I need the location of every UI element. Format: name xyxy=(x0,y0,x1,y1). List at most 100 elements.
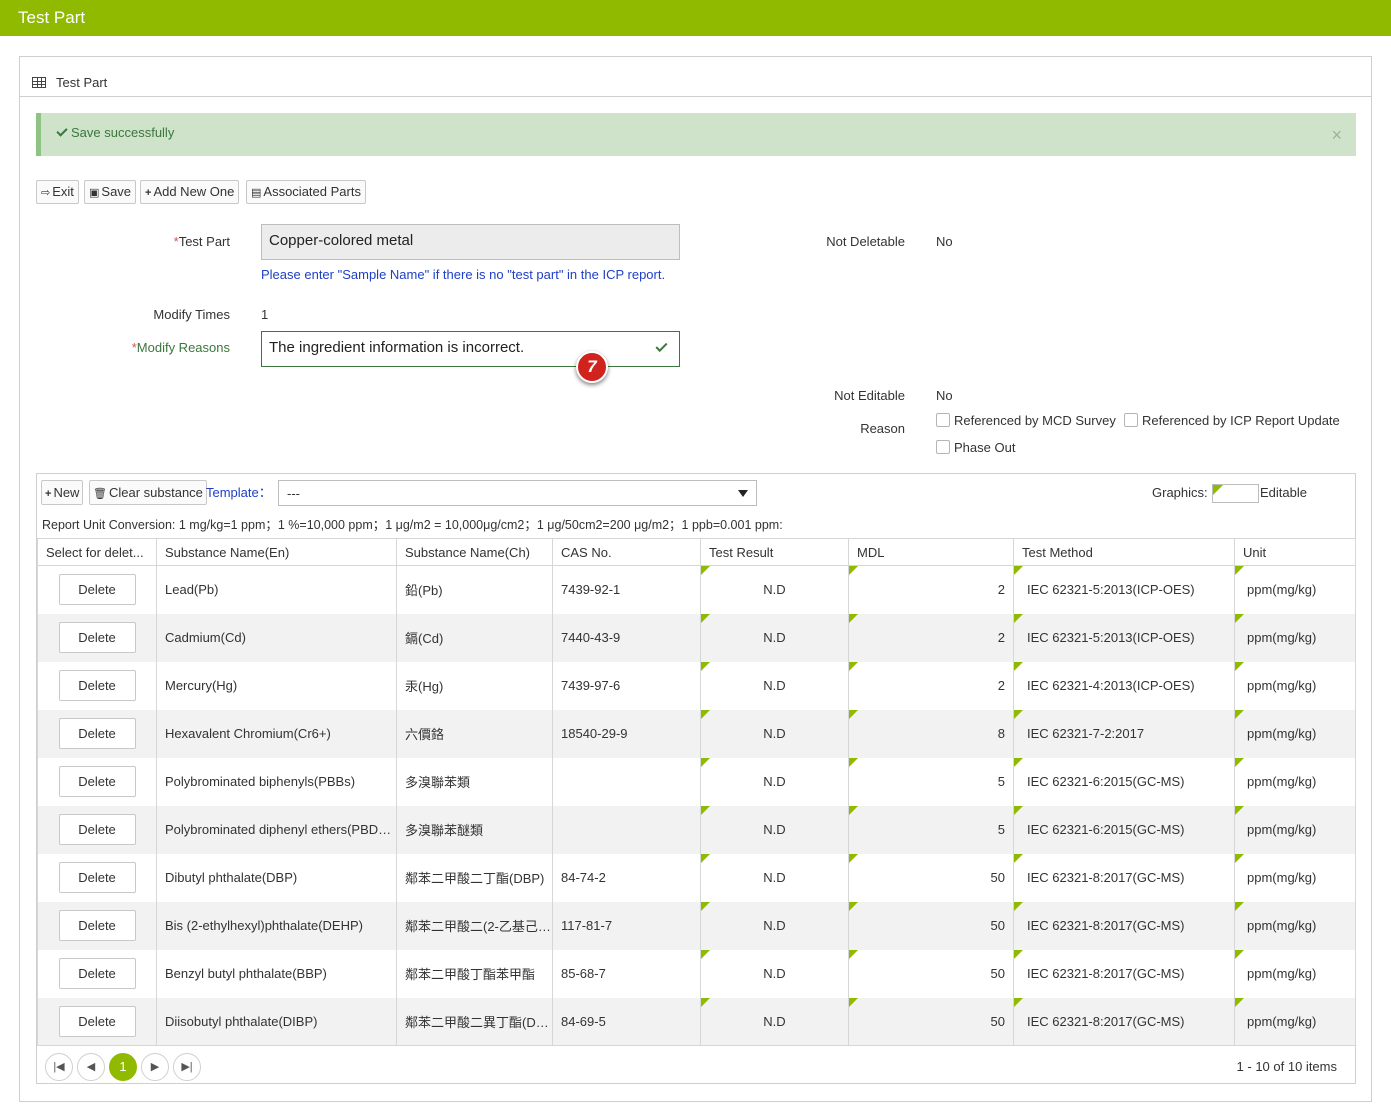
unit-cell[interactable]: ppm(mg/kg) xyxy=(1234,661,1356,710)
test-part-field[interactable]: Copper-colored metal xyxy=(261,224,680,260)
next-page-icon[interactable]: ▶ xyxy=(141,1053,169,1081)
substance-grid: + New 🗑 Clear substance Template： --- Grap… xyxy=(36,473,1356,1084)
save-button[interactable]: ▣ Save xyxy=(84,180,137,204)
checkbox[interactable] xyxy=(1124,413,1138,427)
save-button-label: Save xyxy=(101,184,132,199)
add-new-button-label: Add New One xyxy=(153,184,235,199)
test-result-cell[interactable]: N.D xyxy=(700,901,849,950)
table-row: Delete Dibutyl phthalate(DBP) 鄰苯二甲酸二丁酯(DBP… xyxy=(37,853,1356,902)
column-header[interactable]: Test Method xyxy=(1013,538,1235,566)
delete-button[interactable]: Delete xyxy=(58,766,136,797)
test-result-cell[interactable]: N.D xyxy=(700,805,849,854)
checkbox[interactable] xyxy=(936,440,950,454)
delete-button[interactable]: Delete xyxy=(58,574,136,606)
mdl-cell[interactable]: 50 xyxy=(848,949,1014,998)
prev-page-icon[interactable]: ◀ xyxy=(77,1053,105,1081)
reason-option-phase-out[interactable]: Phase Out xyxy=(936,440,1015,455)
associated-parts-button[interactable]: ▤ Associated Parts xyxy=(246,180,366,204)
mdl-cell[interactable]: 5 xyxy=(848,805,1014,854)
mdl-cell[interactable]: 8 xyxy=(848,709,1014,758)
mdl-cell[interactable]: 50 xyxy=(848,901,1014,950)
new-substance-button[interactable]: + New xyxy=(41,480,84,505)
unit-cell[interactable]: ppm(mg/kg) xyxy=(1234,757,1356,806)
column-header[interactable]: Substance Name(Ch) xyxy=(396,538,553,566)
floppy-icon: ▣ xyxy=(89,187,100,199)
test-method-cell[interactable]: IEC 62321-4:2013(ICP-OES) xyxy=(1013,661,1235,710)
test-method-cell[interactable]: IEC 62321-5:2013(ICP-OES) xyxy=(1013,613,1235,662)
mdl-cell[interactable]: 5 xyxy=(848,757,1014,806)
exit-icon: ⇨ xyxy=(41,187,51,199)
test-part-label: *Test Part xyxy=(173,234,230,249)
substance-name-en-cell: Polybrominated diphenyl ethers(PBDEs) xyxy=(156,805,397,854)
clear-substance-button[interactable]: 🗑 Clear substance xyxy=(89,480,207,505)
delete-button[interactable]: Delete xyxy=(58,862,136,893)
test-method-cell[interactable]: IEC 62321-7-2:2017 xyxy=(1013,709,1235,758)
test-method-cell[interactable]: IEC 62321-8:2017(GC-MS) xyxy=(1013,901,1235,950)
test-result-cell[interactable]: N.D xyxy=(700,757,849,806)
unit-cell[interactable]: ppm(mg/kg) xyxy=(1234,997,1356,1046)
reason-option-icp[interactable]: Referenced by ICP Report Update xyxy=(1124,413,1340,428)
page-button-current[interactable]: 1 xyxy=(109,1053,137,1081)
unit-cell[interactable]: ppm(mg/kg) xyxy=(1234,565,1356,614)
delete-button[interactable]: Delete xyxy=(58,910,136,941)
delete-button[interactable]: Delete xyxy=(58,622,136,653)
delete-button[interactable]: Delete xyxy=(58,814,136,845)
column-header[interactable]: CAS No. xyxy=(552,538,701,566)
unit-cell[interactable]: ppm(mg/kg) xyxy=(1234,709,1356,758)
column-header[interactable]: MDL xyxy=(848,538,1014,566)
test-result-cell[interactable]: N.D xyxy=(700,853,849,902)
exit-button[interactable]: ⇨ Exit xyxy=(36,180,79,204)
last-page-icon[interactable]: ▶| xyxy=(173,1053,201,1081)
plus-icon: + xyxy=(45,488,52,500)
mdl-cell[interactable]: 50 xyxy=(848,853,1014,902)
alert-message: Save successfully xyxy=(71,125,175,140)
delete-button[interactable]: Delete xyxy=(58,1006,136,1037)
table-row: Delete Bis (2-ethylhexyl)phthalate(DEHP) 鄰… xyxy=(37,901,1356,950)
mdl-cell[interactable]: 2 xyxy=(848,661,1014,710)
valid-check-icon xyxy=(655,339,668,353)
column-header[interactable]: Unit xyxy=(1234,538,1356,566)
unit-cell[interactable]: ppm(mg/kg) xyxy=(1234,901,1356,950)
substance-name-en-cell: Polybrominated biphenyls(PBBs) xyxy=(156,757,397,806)
unit-cell[interactable]: ppm(mg/kg) xyxy=(1234,853,1356,902)
unit-cell[interactable]: ppm(mg/kg) xyxy=(1234,805,1356,854)
mdl-cell[interactable]: 50 xyxy=(848,997,1014,1046)
first-page-icon[interactable]: |◀ xyxy=(45,1053,73,1081)
table-row: Delete Hexavalent Chromium(Cr6+) 六價鉻 18540-… xyxy=(37,709,1356,758)
template-select[interactable]: --- xyxy=(278,480,757,506)
test-method-cell[interactable]: IEC 62321-6:2015(GC-MS) xyxy=(1013,757,1235,806)
reason-option-mcd[interactable]: Referenced by MCD Survey xyxy=(936,413,1116,428)
delete-button[interactable]: Delete xyxy=(58,958,136,989)
substance-name-ch-cell: 鄰苯二甲酸二異丁酯(DIBP) xyxy=(396,997,553,1046)
test-result-cell[interactable]: N.D xyxy=(700,613,849,662)
step-badge: 7 xyxy=(576,351,608,383)
panel-title: Test Part xyxy=(56,75,108,90)
close-icon[interactable]: × xyxy=(1331,125,1342,146)
test-method-cell[interactable]: IEC 62321-8:2017(GC-MS) xyxy=(1013,997,1235,1046)
column-header[interactable]: Select for delet... xyxy=(37,538,157,566)
test-result-cell[interactable]: N.D xyxy=(700,661,849,710)
checkbox[interactable] xyxy=(936,413,950,427)
substance-name-en-cell: Cadmium(Cd) xyxy=(156,613,397,662)
unit-cell[interactable]: ppm(mg/kg) xyxy=(1234,949,1356,998)
test-method-cell[interactable]: IEC 62321-5:2013(ICP-OES) xyxy=(1013,565,1235,614)
test-method-cell[interactable]: IEC 62321-6:2015(GC-MS) xyxy=(1013,805,1235,854)
test-result-cell[interactable]: N.D xyxy=(700,997,849,1046)
delete-button[interactable]: Delete xyxy=(58,670,136,701)
test-result-cell[interactable]: N.D xyxy=(700,949,849,998)
column-header[interactable]: Test Result xyxy=(700,538,849,566)
add-new-button[interactable]: + Add New One xyxy=(140,180,240,204)
check-icon xyxy=(56,125,68,137)
test-method-cell[interactable]: IEC 62321-8:2017(GC-MS) xyxy=(1013,949,1235,998)
modify-reasons-value: The ingredient information is incorrect. xyxy=(269,339,525,356)
mdl-cell[interactable]: 2 xyxy=(848,613,1014,662)
mdl-cell[interactable]: 2 xyxy=(848,565,1014,614)
delete-button[interactable]: Delete xyxy=(58,718,136,749)
substance-name-en-cell: Diisobutyl phthalate(DIBP) xyxy=(156,997,397,1046)
modify-reasons-field[interactable]: The ingredient information is incorrect. xyxy=(261,331,680,367)
test-result-cell[interactable]: N.D xyxy=(700,565,849,614)
unit-cell[interactable]: ppm(mg/kg) xyxy=(1234,613,1356,662)
column-header[interactable]: Substance Name(En) xyxy=(156,538,397,566)
test-result-cell[interactable]: N.D xyxy=(700,709,849,758)
test-method-cell[interactable]: IEC 62321-8:2017(GC-MS) xyxy=(1013,853,1235,902)
